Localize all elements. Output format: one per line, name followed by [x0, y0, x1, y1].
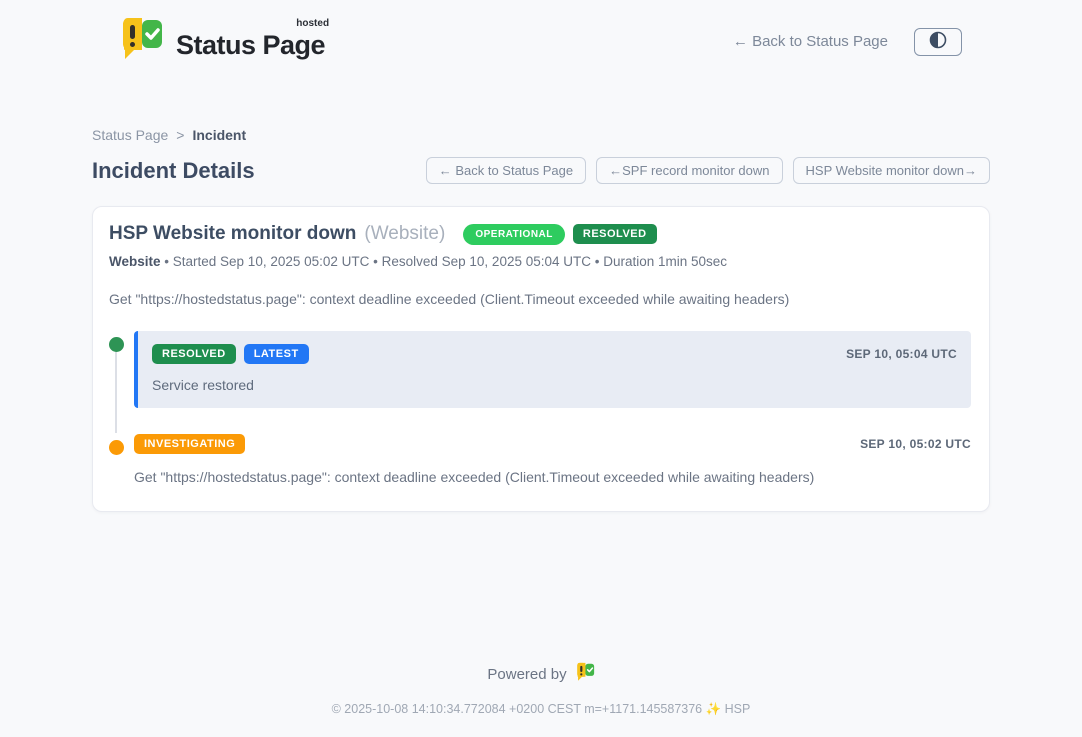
copyright-text: © 2025-10-08 14:10:34.772084 +0200 CEST … — [0, 702, 1082, 717]
resolved-badge: RESOLVED — [152, 344, 236, 364]
timeline-message: Service restored — [152, 377, 957, 393]
main-content: Status Page > Incident Incident Details … — [92, 67, 990, 512]
page-title: Incident Details — [92, 158, 255, 184]
incident-card: HSP Website monitor down (Website) OPERA… — [92, 206, 990, 512]
breadcrumb-status-page[interactable]: Status Page — [92, 127, 168, 143]
powered-by-label: Powered by — [487, 666, 566, 683]
header-back-link[interactable]: ← Back to Status Page — [733, 33, 888, 50]
incident-scope: (Website) — [364, 223, 445, 245]
incident-nav-buttons: ← Back to Status Page ←SPF record monito… — [426, 157, 990, 184]
operational-badge: OPERATIONAL — [463, 224, 565, 245]
brand-logo-icon — [118, 16, 164, 67]
brand-superscript: hosted — [296, 18, 329, 29]
incident-meta-details: • Started Sep 10, 2025 05:02 UTC • Resol… — [164, 254, 727, 269]
brand-logo-small-icon — [575, 662, 595, 686]
breadcrumb-incident: Incident — [192, 127, 246, 143]
timeline-dot-green — [109, 337, 124, 352]
breadcrumb: Status Page > Incident — [92, 127, 990, 143]
timeline-timestamp: SEP 10, 05:02 UTC — [860, 437, 971, 451]
brand-logo[interactable]: Status Page hosted — [118, 16, 325, 67]
timeline-entry-investigating: INVESTIGATING SEP 10, 05:02 UTC Get "htt… — [134, 434, 971, 485]
footer: Powered by © 2025-10-08 14:10:34.772084 … — [0, 662, 1082, 737]
incident-description: Get "https://hostedstatus.page": context… — [109, 291, 971, 307]
prev-incident-button[interactable]: ←SPF record monitor down — [596, 157, 782, 184]
brand-name: Status Page hosted — [176, 22, 325, 61]
header: Status Page hosted ← Back to Status Page — [0, 0, 1082, 67]
incident-timeline: RESOLVED LATEST SEP 10, 05:04 UTC Servic… — [109, 331, 971, 485]
timeline-timestamp: SEP 10, 05:04 UTC — [846, 347, 957, 361]
back-to-status-page-button[interactable]: ← Back to Status Page — [426, 157, 586, 184]
timeline-rail — [115, 345, 117, 433]
timeline-entry-resolved: RESOLVED LATEST SEP 10, 05:04 UTC Servic… — [134, 331, 971, 408]
powered-by-link[interactable]: Powered by — [487, 662, 594, 686]
half-circle-icon — [928, 30, 948, 53]
theme-toggle-button[interactable] — [914, 28, 962, 56]
timeline-dot-orange — [109, 440, 124, 455]
investigating-badge: INVESTIGATING — [134, 434, 245, 454]
resolved-status-badge: RESOLVED — [573, 224, 657, 244]
next-incident-button[interactable]: HSP Website monitor down→ — [793, 157, 990, 184]
timeline-message: Get "https://hostedstatus.page": context… — [134, 469, 971, 485]
latest-badge: LATEST — [244, 344, 309, 364]
incident-title: HSP Website monitor down — [109, 223, 356, 245]
breadcrumb-separator: > — [176, 127, 184, 143]
incident-service: Website — [109, 254, 161, 269]
incident-meta: Website • Started Sep 10, 2025 05:02 UTC… — [109, 254, 971, 269]
